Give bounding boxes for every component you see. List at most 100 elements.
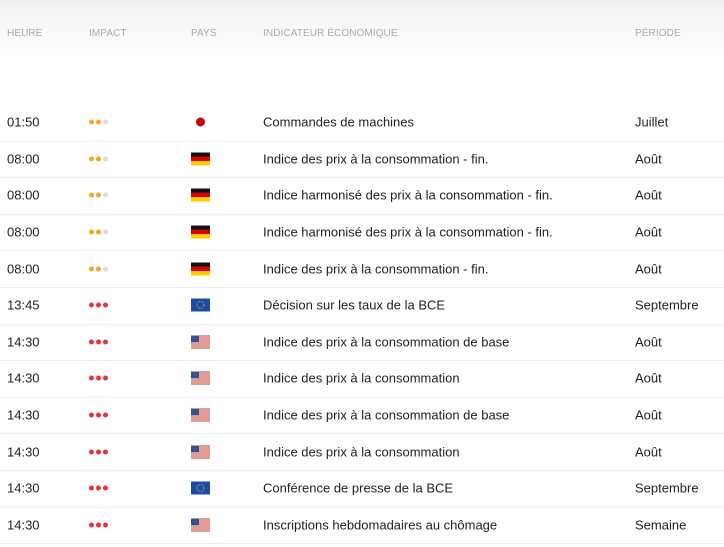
impact-indicator	[89, 192, 108, 198]
impact-dot	[103, 192, 108, 198]
indicator-name[interactable]: Indice des prix à la consommation - fin.	[263, 261, 488, 276]
impact-indicator	[89, 339, 108, 345]
event-time: 01:50	[7, 114, 40, 130]
header-impact: IMPACT	[89, 28, 127, 39]
impact-dot	[96, 119, 101, 125]
event-time: 14:30	[7, 334, 40, 350]
table-row[interactable]: 14:30 Indice des prix à la consommation …	[0, 433, 724, 471]
impact-dot	[96, 339, 101, 345]
flag-de-icon	[191, 262, 210, 276]
impact-dot	[96, 485, 101, 491]
impact-indicator	[89, 266, 108, 272]
impact-dot	[89, 485, 94, 491]
impact-dot	[89, 119, 94, 125]
impact-dot	[96, 266, 101, 272]
indicator-name[interactable]: Indice des prix à la consommation de bas…	[263, 334, 509, 349]
flag-us-icon	[191, 335, 210, 349]
header-indicator: INDICATEUR ÉCONOMIQUE	[263, 28, 398, 39]
impact-dot	[103, 156, 108, 162]
table-row[interactable]: 01:50 Commandes de machines Juillet	[0, 104, 724, 142]
event-time: 14:30	[7, 517, 40, 533]
event-time: 14:30	[7, 480, 40, 496]
indicator-name[interactable]: Indice des prix à la consommation de bas…	[263, 408, 509, 423]
event-time: 14:30	[7, 370, 40, 386]
event-time: 08:00	[7, 224, 40, 240]
indicator-name[interactable]: Indice harmonisé des prix à la consommat…	[263, 188, 553, 203]
event-period: Août	[635, 187, 662, 203]
impact-dot	[103, 119, 108, 125]
table-row[interactable]: 14:30 Indice des prix à la consommation …	[0, 360, 724, 398]
event-period: Août	[635, 151, 662, 167]
table-row[interactable]: 14:30 Indice des prix à la consommation …	[0, 324, 724, 362]
impact-indicator	[89, 449, 108, 455]
impact-dot	[96, 412, 101, 418]
event-period: Août	[635, 370, 662, 386]
impact-indicator	[89, 119, 108, 125]
impact-dot	[89, 266, 94, 272]
event-period: Août	[635, 334, 662, 350]
table-row[interactable]: 14:30 Conférence de presse de la BCE Sep…	[0, 470, 724, 508]
indicator-name[interactable]: Commandes de machines	[263, 115, 414, 130]
indicator-name[interactable]: Conférence de presse de la BCE	[263, 481, 453, 496]
impact-indicator	[89, 375, 108, 381]
flag-us-icon	[191, 445, 210, 459]
impact-dot	[103, 375, 108, 381]
impact-dot	[89, 449, 94, 455]
table-row[interactable]: 13:45 Décision sur les taux de la BCE Se…	[0, 287, 724, 325]
impact-indicator	[89, 522, 108, 528]
indicator-name[interactable]: Indice des prix à la consommation	[263, 444, 460, 459]
impact-dot	[96, 156, 101, 162]
indicator-name[interactable]: Indice des prix à la consommation	[263, 371, 460, 386]
table-row[interactable]: 14:30 Indice des prix à la consommation …	[0, 397, 724, 435]
impact-indicator	[89, 229, 108, 235]
flag-eu-icon	[191, 481, 210, 495]
event-period: Août	[635, 224, 662, 240]
table-row[interactable]: 08:00 Indice des prix à la consommation …	[0, 141, 724, 179]
impact-dot	[89, 339, 94, 345]
impact-dot	[103, 412, 108, 418]
impact-dot	[103, 266, 108, 272]
impact-dot	[96, 375, 101, 381]
table-row[interactable]: 14:30 Inscriptions hebdomadaires au chôm…	[0, 507, 724, 545]
event-time: 08:00	[7, 187, 40, 203]
impact-dot	[89, 375, 94, 381]
flag-eu-icon	[191, 298, 210, 312]
impact-dot	[89, 412, 94, 418]
impact-dot	[103, 522, 108, 528]
impact-dot	[103, 449, 108, 455]
flag-us-icon	[191, 371, 210, 385]
impact-dot	[103, 229, 108, 235]
event-period: Septembre	[635, 480, 699, 496]
table-row[interactable]: 08:00 Indice harmonisé des prix à la con…	[0, 177, 724, 215]
indicator-name[interactable]: Indice des prix à la consommation - fin.	[263, 151, 488, 166]
impact-dot	[89, 522, 94, 528]
impact-dot	[89, 302, 94, 308]
event-period: Août	[635, 407, 662, 423]
event-time: 14:30	[7, 407, 40, 423]
flag-de-icon	[191, 225, 210, 239]
event-time: 08:00	[7, 151, 40, 167]
event-period: Juillet	[635, 114, 669, 130]
indicator-name[interactable]: Décision sur les taux de la BCE	[263, 298, 445, 313]
event-time: 08:00	[7, 261, 40, 277]
impact-indicator	[89, 156, 108, 162]
indicator-name[interactable]: Indice harmonisé des prix à la consommat…	[263, 225, 553, 240]
indicator-name[interactable]: Inscriptions hebdomadaires au chômage	[263, 517, 497, 532]
flag-us-icon	[191, 518, 210, 532]
flag-de-icon	[191, 188, 210, 202]
impact-dot	[103, 485, 108, 491]
impact-dot	[103, 302, 108, 308]
flag-de-icon	[191, 152, 210, 166]
event-period: Semaine	[635, 517, 687, 533]
table-row[interactable]: 08:00 Indice des prix à la consommation …	[0, 250, 724, 288]
impact-dot	[96, 449, 101, 455]
header-country: PAYS	[191, 28, 217, 39]
impact-indicator	[89, 485, 108, 491]
event-period: Août	[635, 444, 662, 460]
impact-dot	[96, 192, 101, 198]
header-time: HEURE	[7, 28, 43, 39]
impact-indicator	[89, 412, 108, 418]
impact-dot	[89, 192, 94, 198]
header-period: PÉRIODE	[635, 28, 681, 39]
table-row[interactable]: 08:00 Indice harmonisé des prix à la con…	[0, 214, 724, 252]
